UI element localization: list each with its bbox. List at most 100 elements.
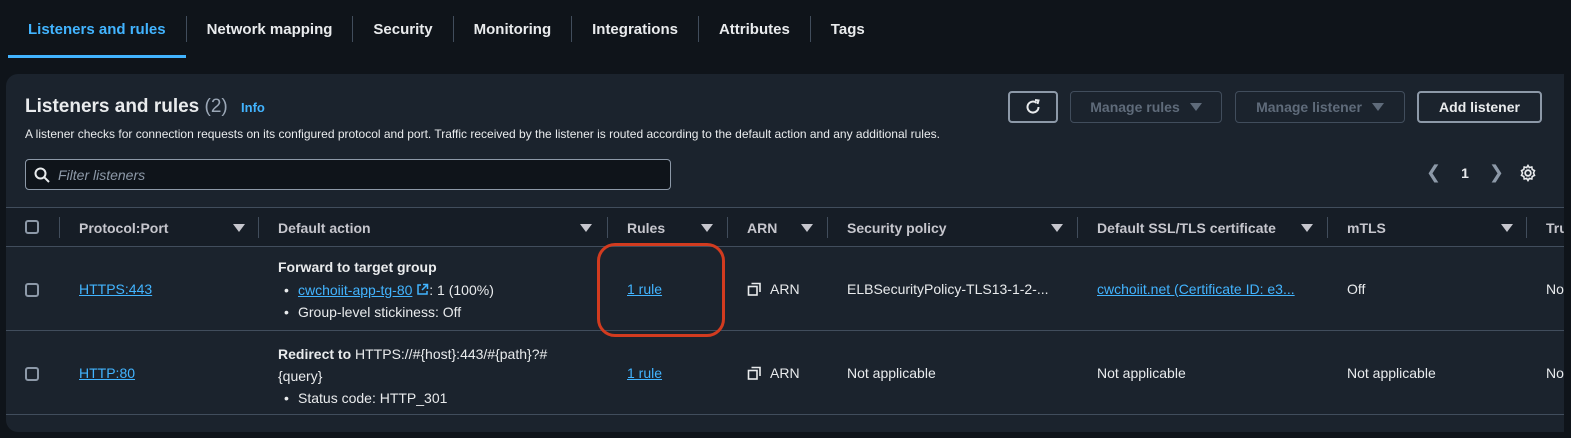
action-details: cwchoiit-app-tg-80 : 1 (100%) Group-leve… (278, 279, 598, 323)
rules-highlight-annotation (597, 243, 725, 337)
copy-icon (747, 282, 761, 296)
filter-listeners-input[interactable] (58, 166, 618, 183)
column-security-policy[interactable]: Security policy (847, 208, 1063, 247)
column-divider (258, 217, 259, 238)
manage-listener-label: Manage listener (1256, 99, 1362, 115)
protocol-port-link[interactable]: HTTP:80 (79, 365, 135, 381)
redirect-target-cont: {query} (278, 368, 323, 384)
external-link-icon[interactable] (416, 283, 429, 296)
security-policy-value: Not applicable (847, 365, 936, 381)
target-weight: : 1 (100%) (429, 282, 494, 298)
pagination: ❮ 1 ❯ (1426, 162, 1504, 183)
info-link[interactable]: Info (241, 100, 265, 115)
arn-copy[interactable]: ARN (747, 365, 800, 381)
column-default-action[interactable]: Default action (278, 208, 592, 247)
listener-count: (2) (204, 96, 228, 117)
tab-bar: Listeners and rules Network mapping Secu… (0, 0, 1571, 58)
add-listener-button[interactable]: Add listener (1417, 91, 1542, 123)
sort-down-icon (801, 223, 813, 232)
panel-title: Listeners and rules (2) Info (25, 96, 265, 118)
listeners-panel: Listeners and rules (2) Info A listener … (6, 74, 1564, 432)
tab-monitoring[interactable]: Monitoring (454, 0, 571, 58)
tab-integrations[interactable]: Integrations (572, 0, 698, 58)
tab-attributes[interactable]: Attributes (699, 0, 810, 58)
column-divider (1526, 217, 1527, 238)
redirect-target: HTTPS://#{host}:443/#{path}?# (355, 346, 548, 362)
certificate-value: Not applicable (1097, 365, 1186, 381)
arn-copy[interactable]: ARN (747, 281, 800, 297)
manage-rules-button[interactable]: Manage rules (1070, 91, 1222, 123)
sort-down-icon (1301, 223, 1313, 232)
column-arn[interactable]: ARN (747, 208, 813, 247)
action-prefix: Redirect to (278, 346, 352, 362)
column-divider (727, 217, 728, 238)
column-label: Rules (627, 219, 666, 236)
sort-down-icon (1501, 223, 1513, 232)
sort-down-icon (580, 223, 592, 232)
column-label: Security policy (847, 219, 947, 236)
panel-description: A listener checks for connection request… (25, 127, 940, 141)
column-divider (827, 217, 828, 238)
table-row[interactable]: HTTP:80 Redirect to HTTPS://#{host}:443/… (6, 331, 1564, 415)
stickiness-item: Group-level stickiness: Off (278, 301, 598, 323)
status-code-item: Status code: HTTP_301 (278, 387, 598, 409)
column-divider (59, 217, 60, 238)
row-checkbox[interactable] (25, 367, 39, 381)
redirect-line: Redirect to HTTPS://#{host}:443/#{path}?… (278, 343, 598, 365)
column-label: Protocol:Port (79, 219, 169, 236)
sort-down-icon (701, 223, 713, 232)
refresh-icon (1026, 99, 1040, 114)
table-row[interactable]: HTTPS:443 Forward to target group cwchoi… (6, 247, 1564, 331)
tab-security[interactable]: Security (353, 0, 452, 58)
column-certificate[interactable]: Default SSL/TLS certificate (1097, 208, 1313, 247)
column-label: Default SSL/TLS certificate (1097, 219, 1276, 236)
gear-icon (1520, 163, 1536, 183)
chevron-right-icon[interactable]: ❯ (1489, 162, 1504, 183)
search-icon (34, 167, 50, 183)
sort-down-icon (233, 223, 245, 232)
manage-rules-label: Manage rules (1090, 99, 1180, 115)
refresh-button[interactable] (1008, 91, 1058, 123)
tab-tags[interactable]: Tags (811, 0, 885, 58)
column-divider (1077, 217, 1078, 238)
filter-box (25, 159, 671, 190)
tab-listeners-and-rules[interactable]: Listeners and rules (8, 0, 186, 58)
arn-label: ARN (770, 281, 800, 297)
caret-down-icon (1189, 103, 1202, 111)
row-checkbox[interactable] (25, 283, 39, 297)
tab-network-mapping[interactable]: Network mapping (187, 0, 353, 58)
manage-listener-button[interactable]: Manage listener (1235, 91, 1405, 123)
security-policy-value: ELBSecurityPolicy-TLS13-1-2-... (847, 281, 1049, 297)
column-mtls[interactable]: mTLS (1347, 208, 1513, 247)
column-label: Default action (278, 219, 371, 236)
mtls-value: Not applicable (1347, 365, 1436, 381)
column-label: mTLS (1347, 219, 1386, 236)
column-divider (607, 217, 608, 238)
trust-value: No (1546, 281, 1564, 297)
default-action-cell: Redirect to HTTPS://#{host}:443/#{path}?… (278, 343, 598, 409)
target-group-item: cwchoiit-app-tg-80 : 1 (100%) (278, 279, 598, 301)
column-label: Tru (1546, 219, 1564, 236)
rules-link[interactable]: 1 rule (627, 365, 662, 381)
column-rules[interactable]: Rules (627, 208, 713, 247)
chevron-left-icon[interactable]: ❮ (1426, 162, 1441, 183)
select-all-checkbox[interactable] (25, 220, 39, 234)
arn-label: ARN (770, 365, 800, 381)
sort-down-icon (1051, 223, 1063, 232)
settings-button[interactable] (1519, 163, 1537, 187)
default-action-cell: Forward to target group cwchoiit-app-tg-… (278, 259, 598, 323)
action-title: Forward to target group (278, 259, 437, 275)
target-group-link[interactable]: cwchoiit-app-tg-80 (298, 282, 412, 298)
certificate-link[interactable]: cwchoiit.net (Certificate ID: e3... (1097, 281, 1295, 297)
table-header: Protocol:Port Default action Rules ARN S… (6, 207, 1564, 247)
mtls-value: Off (1347, 281, 1366, 297)
protocol-port-link[interactable]: HTTPS:443 (79, 281, 152, 297)
column-protocol-port[interactable]: Protocol:Port (79, 208, 245, 247)
column-divider (1327, 217, 1328, 238)
panel-title-text: Listeners and rules (25, 96, 200, 117)
column-trust[interactable]: Tru (1546, 208, 1564, 247)
trust-value: No (1546, 365, 1564, 381)
action-details: Status code: HTTP_301 (278, 387, 598, 409)
copy-icon (747, 366, 761, 380)
current-page[interactable]: 1 (1461, 165, 1469, 181)
